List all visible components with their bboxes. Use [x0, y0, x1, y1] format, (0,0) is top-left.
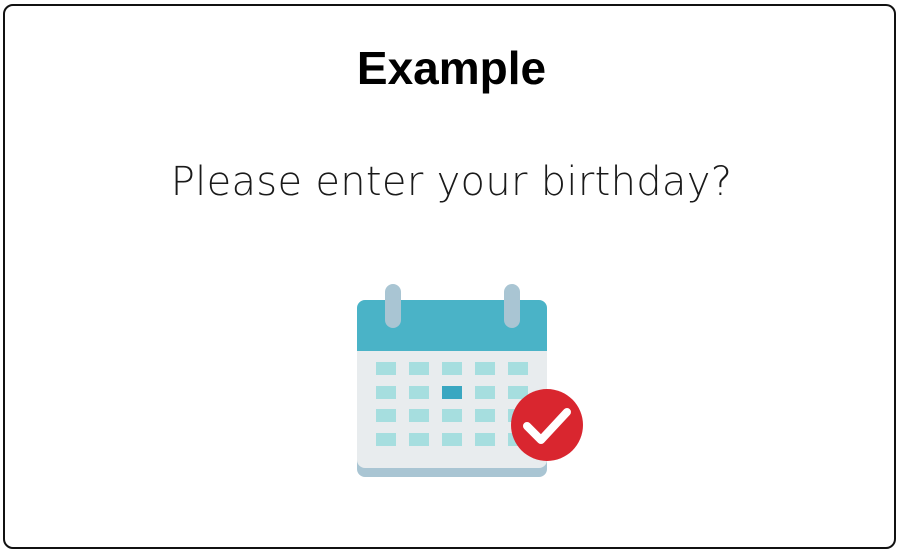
checkmark-badge-icon [511, 389, 583, 461]
calendar-ring-left [385, 284, 401, 328]
birthday-prompt: Please enter your birthday? [170, 159, 733, 205]
selected-day [442, 386, 462, 399]
calendar-check-icon[interactable] [351, 278, 587, 484]
calendar-ring-right [504, 284, 520, 328]
example-card: Example Please enter your birthday? [3, 4, 896, 549]
card-title: Example [356, 42, 547, 94]
